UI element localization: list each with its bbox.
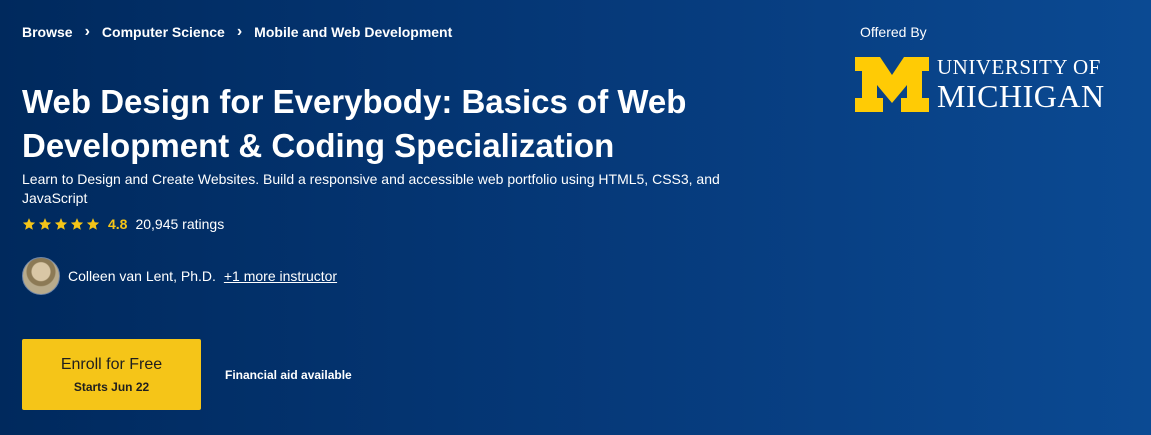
course-title: Web Design for Everybody: Basics of Web … bbox=[22, 83, 687, 164]
rating-value: 4.8 bbox=[108, 216, 128, 232]
star-icon bbox=[54, 218, 68, 230]
university-m-logo bbox=[855, 57, 929, 112]
instructor-row: Colleen van Lent, Ph.D. +1 more instruct… bbox=[22, 257, 337, 295]
chevron-right-icon: › bbox=[84, 23, 90, 40]
chevron-right-icon: › bbox=[236, 23, 243, 40]
star-rating bbox=[22, 217, 102, 231]
enroll-label: Enroll for Free bbox=[60, 355, 163, 373]
breadcrumb-browse[interactable]: Browse bbox=[22, 24, 73, 40]
rating-count: 20,945 ratings bbox=[135, 216, 225, 232]
instructor-name[interactable]: Colleen van Lent, Ph.D. bbox=[68, 268, 216, 284]
course-subtitle: Learn to Design and Create Websites. Bui… bbox=[22, 171, 720, 206]
logo-line2: MICHIGAN bbox=[937, 78, 1105, 114]
avatar[interactable] bbox=[22, 257, 60, 295]
star-icon bbox=[86, 218, 100, 230]
breadcrumb-computer-science[interactable]: Computer Science bbox=[102, 24, 225, 40]
more-instructors-link[interactable]: +1 more instructor bbox=[224, 268, 337, 284]
enroll-button[interactable]: Enroll for Free Starts Jun 22 bbox=[22, 339, 201, 410]
financial-aid-text: Financial aid available bbox=[225, 368, 352, 382]
rating: 4.8 20,945 ratings bbox=[22, 216, 224, 232]
star-icon bbox=[22, 218, 36, 230]
course-hero: Browse › Computer Science › Mobile and W… bbox=[0, 0, 1151, 435]
enroll-start-date: Starts Jun 22 bbox=[73, 379, 150, 394]
logo-line1: UNIVERSITY OF bbox=[937, 55, 1101, 79]
star-icon bbox=[70, 218, 84, 230]
breadcrumb-mobile-web-development[interactable]: Mobile and Web Development bbox=[254, 24, 452, 40]
university-logo[interactable]: UNIVERSITY OF MICHIGAN bbox=[855, 57, 1105, 112]
star-icon bbox=[38, 218, 52, 230]
offered-by-label: Offered By bbox=[860, 24, 927, 40]
breadcrumb: Browse › Computer Science › Mobile and W… bbox=[22, 23, 452, 41]
university-name: UNIVERSITY OF MICHIGAN bbox=[937, 55, 1105, 114]
